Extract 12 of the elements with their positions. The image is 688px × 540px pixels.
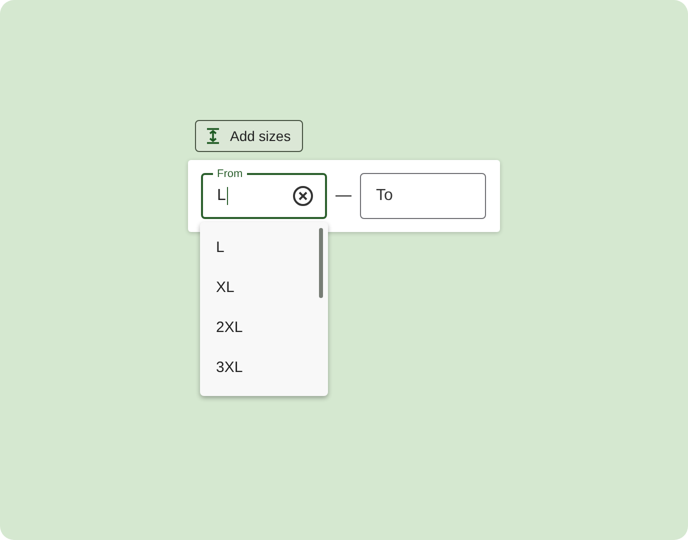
add-sizes-button[interactable]: Add sizes xyxy=(195,120,303,152)
expand-vertical-icon xyxy=(206,128,220,144)
size-option[interactable]: 2XL xyxy=(200,308,328,348)
scrollbar[interactable] xyxy=(319,228,323,298)
size-option[interactable]: 3XL xyxy=(200,348,328,388)
size-option[interactable]: XL xyxy=(200,268,328,308)
range-separator: — xyxy=(334,187,352,205)
to-field[interactable]: To xyxy=(360,173,486,219)
from-value: L xyxy=(217,187,226,205)
to-placeholder: To xyxy=(376,187,393,205)
clear-icon[interactable] xyxy=(292,185,314,207)
size-option[interactable]: L xyxy=(200,228,328,268)
